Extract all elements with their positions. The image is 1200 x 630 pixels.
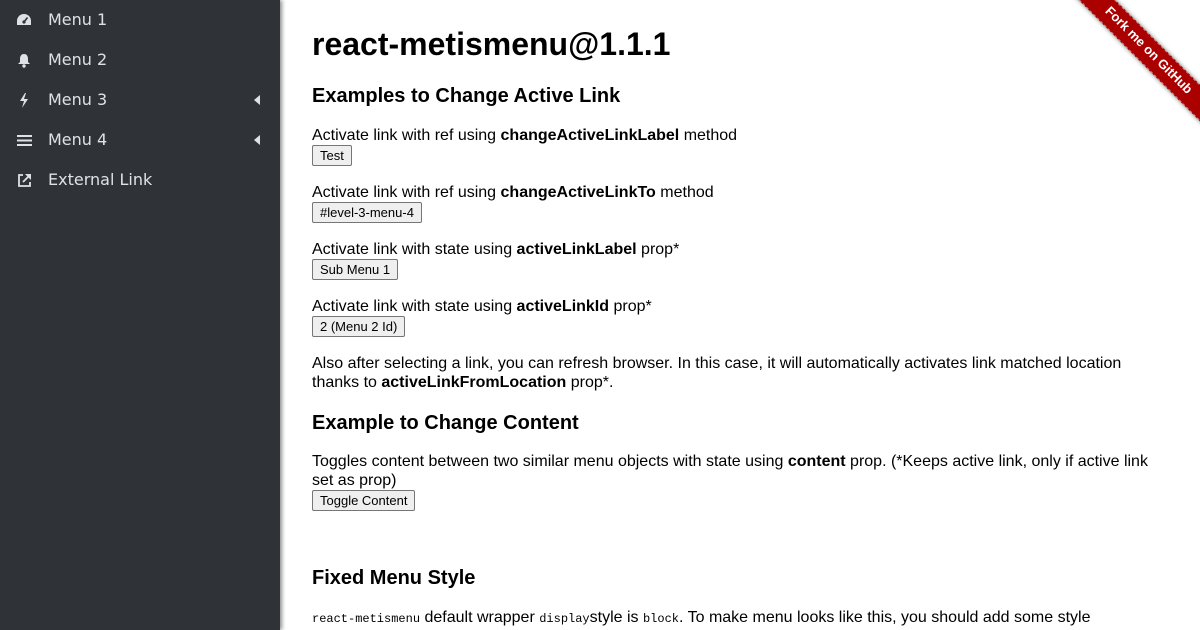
section-heading-fixed-menu: Fixed Menu Style bbox=[312, 567, 476, 589]
bell-icon bbox=[16, 52, 32, 68]
fork-me-ribbon[interactable]: Fork me on GitHub bbox=[1068, 0, 1200, 131]
sidebar-item-menu-4[interactable]: Menu 4 bbox=[0, 120, 280, 160]
fixed-menu-text: react-metismenu default wrapper displays… bbox=[312, 609, 1091, 626]
section-heading-active-link: Examples to Change Active Link bbox=[312, 85, 621, 107]
example-text-3: Activate link with state using activeLin… bbox=[312, 241, 680, 258]
sub-menu-1-button[interactable]: Sub Menu 1 bbox=[312, 259, 399, 280]
sidebar-item-external-link[interactable]: External Link bbox=[0, 160, 280, 200]
sidebar: Menu 1 Menu 2 Menu 3 Menu 4 External Lin… bbox=[0, 0, 280, 630]
sidebar-item-label: External Link bbox=[48, 170, 153, 189]
toggle-content-button[interactable]: Toggle Content bbox=[312, 490, 416, 511]
example-text-2: Activate link with ref using changeActiv… bbox=[312, 184, 714, 201]
example-text-1: Activate link with ref using changeActiv… bbox=[312, 127, 738, 144]
menu-2-id-button[interactable]: 2 (Menu 2 Id) bbox=[312, 316, 406, 337]
level-3-menu-4-button[interactable]: #level-3-menu-4 bbox=[312, 202, 422, 223]
sidebar-item-menu-1[interactable]: Menu 1 bbox=[0, 0, 280, 40]
sidebar-item-label: Menu 2 bbox=[48, 50, 108, 69]
bars-icon bbox=[16, 132, 32, 148]
external-link-icon bbox=[16, 172, 32, 188]
page-title: react-metismenu@1.1.1 bbox=[312, 26, 671, 62]
bolt-icon bbox=[16, 92, 32, 108]
sidebar-item-label: Menu 3 bbox=[48, 90, 108, 109]
caret-left-icon[interactable] bbox=[254, 95, 260, 105]
refresh-note: Also after selecting a link, you can ref… bbox=[312, 355, 1122, 391]
test-button[interactable]: Test bbox=[312, 145, 352, 166]
sidebar-item-menu-3[interactable]: Menu 3 bbox=[0, 80, 280, 120]
toggle-content-text: Toggles content between two similar menu… bbox=[312, 453, 1148, 489]
dashboard-icon bbox=[16, 12, 32, 28]
section-heading-change-content: Example to Change Content bbox=[312, 412, 579, 434]
sidebar-item-label: Menu 1 bbox=[48, 10, 108, 29]
example-text-4: Activate link with state using activeLin… bbox=[312, 298, 652, 315]
sidebar-item-menu-2[interactable]: Menu 2 bbox=[0, 40, 280, 80]
caret-left-icon[interactable] bbox=[254, 135, 260, 145]
sidebar-item-label: Menu 4 bbox=[48, 130, 108, 149]
